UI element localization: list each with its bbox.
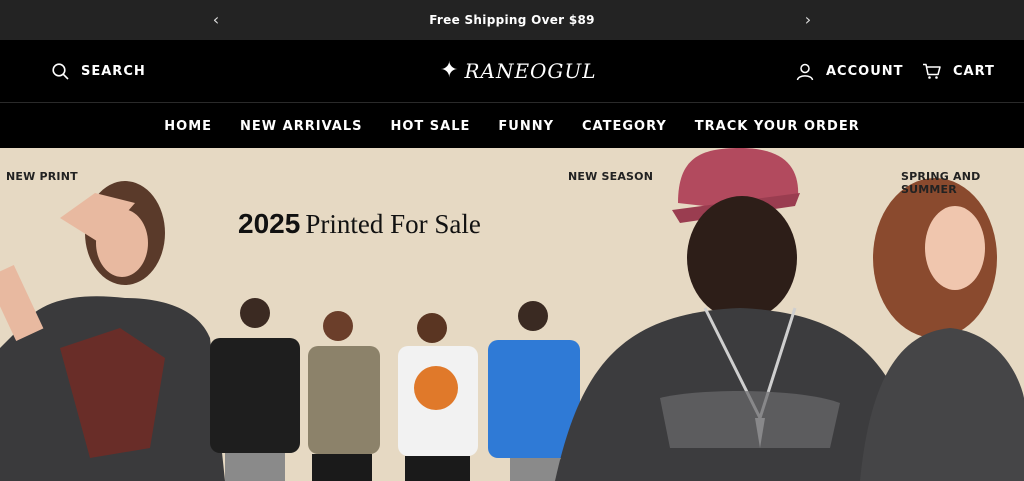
site-header: SEARCH ✦ RANEOGUL ACCOUNT CART: [0, 40, 1024, 103]
model-group: [210, 298, 580, 481]
logo-text: RANEOGUL: [464, 59, 597, 83]
nav-item-hot-sale[interactable]: HOT SALE: [390, 119, 470, 134]
chevron-right-icon[interactable]: ›: [796, 8, 820, 32]
search-label: SEARCH: [81, 64, 146, 79]
star-icon: ✦: [440, 58, 459, 83]
account-button[interactable]: ACCOUNT: [796, 40, 904, 103]
nav-item-category[interactable]: CATEGORY: [582, 119, 667, 134]
model-right-woman: [860, 178, 1024, 481]
chevron-left-icon[interactable]: ‹: [204, 8, 228, 32]
cart-label: CART: [953, 64, 995, 79]
cart-icon: [923, 63, 941, 79]
hero-banner[interactable]: NEW PRINT NEW SEASON SPRING AND SUMMER 2…: [0, 148, 1024, 481]
hero-models-image: [0, 148, 1024, 481]
tag-spring-summer: SPRING AND SUMMER: [901, 170, 981, 196]
headline-year: 2025: [238, 208, 301, 239]
nav-item-funny[interactable]: FUNNY: [498, 119, 554, 134]
search-button[interactable]: SEARCH: [52, 40, 146, 103]
hero-headline: 2025 Printed For Sale: [238, 208, 481, 240]
brand-logo[interactable]: ✦ RANEOGUL: [440, 54, 596, 88]
announcement-bar: ‹ Free Shipping Over $89 ›: [0, 0, 1024, 40]
main-nav: HOME NEW ARRIVALS HOT SALE FUNNY CATEGOR…: [0, 104, 1024, 148]
tag-new-season: NEW SEASON: [568, 170, 654, 183]
user-icon: [796, 63, 814, 80]
account-label: ACCOUNT: [826, 64, 904, 79]
search-icon: [52, 63, 69, 80]
nav-item-track-order[interactable]: TRACK YOUR ORDER: [695, 119, 860, 134]
model-left-woman: [0, 181, 225, 481]
headline-text: Printed For Sale: [305, 209, 481, 239]
nav-item-home[interactable]: HOME: [164, 119, 212, 134]
tag-new-print: NEW PRINT: [6, 170, 78, 183]
nav-item-new-arrivals[interactable]: NEW ARRIVALS: [240, 119, 362, 134]
announcement-text: Free Shipping Over $89: [429, 13, 595, 27]
cart-button[interactable]: CART: [922, 40, 995, 103]
